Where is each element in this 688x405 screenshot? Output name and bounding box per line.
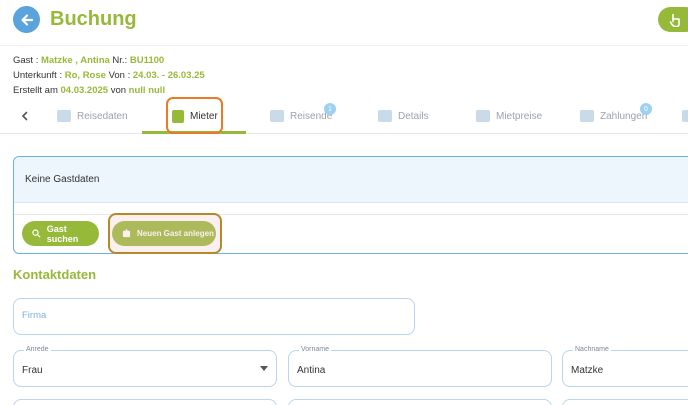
created-by-value: null null — [128, 85, 166, 96]
vorname-value: Antina — [297, 365, 326, 376]
tab-bar: Reisedaten Mieter Reisende Details Mietp… — [0, 98, 688, 134]
next-row-field-3[interactable] — [562, 399, 688, 405]
unterkunft-value: Ro, Rose — [64, 70, 106, 81]
anrede-label: Anrede — [24, 346, 51, 353]
gast-label: Gast : — [13, 55, 41, 66]
nachname-value: Matzke — [571, 365, 604, 376]
tab-reisedaten-label: Reisedaten — [77, 110, 128, 122]
hand-button[interactable] — [658, 7, 688, 32]
tab-reisende[interactable]: Reisende — [270, 98, 332, 134]
next-row-field-2[interactable] — [288, 399, 552, 405]
created-date: 04.03.2025 — [60, 85, 109, 96]
search-guest-button[interactable]: Gast suchen — [22, 221, 99, 246]
tab-details[interactable]: Details — [378, 98, 429, 134]
created-info-line: Erstellt am 04.03.2025 von null null — [13, 85, 165, 96]
page-title: Buchung — [50, 8, 137, 30]
booking-number: BU1100 — [129, 55, 165, 66]
tabs-scroll-left[interactable] — [20, 98, 30, 134]
highlight-mieter-tab — [166, 97, 223, 134]
list-icon — [378, 110, 392, 122]
people-icon — [270, 110, 284, 122]
erstellt-label: Erstellt am — [13, 85, 61, 96]
coins-icon — [476, 110, 490, 122]
money-icon — [580, 110, 594, 122]
firma-field[interactable]: Firma — [13, 298, 415, 335]
anrede-value: Frau — [22, 365, 43, 376]
von-label: Von : — [105, 70, 133, 81]
nr-label: Nr.: — [109, 55, 130, 66]
highlight-new-guest-button — [108, 213, 222, 254]
back-button[interactable] — [13, 6, 40, 33]
chevron-left-icon — [21, 111, 28, 121]
vorname-label: Vorname — [299, 346, 332, 353]
no-guest-data-text: Keine Gastdaten — [25, 174, 100, 185]
search-guest-label: Gast suchen — [46, 223, 79, 244]
document-icon — [682, 110, 688, 122]
luggage-icon — [57, 110, 71, 122]
anrede-select[interactable]: Anrede Frau — [13, 346, 277, 387]
tab-reisedaten[interactable]: Reisedaten — [57, 98, 128, 134]
hand-pointer-icon — [669, 13, 680, 27]
zahlungen-count-badge: 0 — [640, 103, 652, 115]
guest-card-header: Keine Gastdaten — [14, 157, 688, 203]
tab-more[interactable] — [682, 98, 688, 134]
unterkunft-label: Unterkunft : — [13, 70, 65, 81]
firma-placeholder: Firma — [22, 310, 47, 321]
reisende-count-badge: 1 — [324, 103, 336, 115]
tab-zahlungen[interactable]: Zahlungen — [580, 98, 647, 134]
nachname-field[interactable]: Nachname Matzke — [562, 346, 688, 387]
app-header: Buchung — [0, 0, 688, 46]
contact-section-title: Kontaktdaten — [13, 267, 97, 282]
date-range: 24.03. - 26.03.25 — [132, 70, 205, 81]
arrow-left-icon — [20, 13, 33, 26]
search-icon — [32, 229, 41, 238]
caret-down-icon — [260, 366, 268, 371]
gast-name: Matzke , Antina — [40, 55, 110, 66]
tab-mietpreise[interactable]: Mietpreise — [476, 98, 542, 134]
next-row-field-1[interactable] — [13, 399, 277, 405]
vorname-field[interactable]: Vorname Antina — [288, 346, 552, 387]
accommodation-info-line: Unterkunft : Ro, Rose Von : 24.03. - 26.… — [13, 70, 205, 81]
nachname-label: Nachname — [573, 346, 611, 353]
created-by-label: von — [108, 85, 129, 96]
tab-details-label: Details — [398, 110, 429, 122]
tab-mietpreise-label: Mietpreise — [496, 110, 543, 122]
guest-info-line: Gast : Matzke , Antina Nr.: BU1100 — [13, 55, 164, 66]
